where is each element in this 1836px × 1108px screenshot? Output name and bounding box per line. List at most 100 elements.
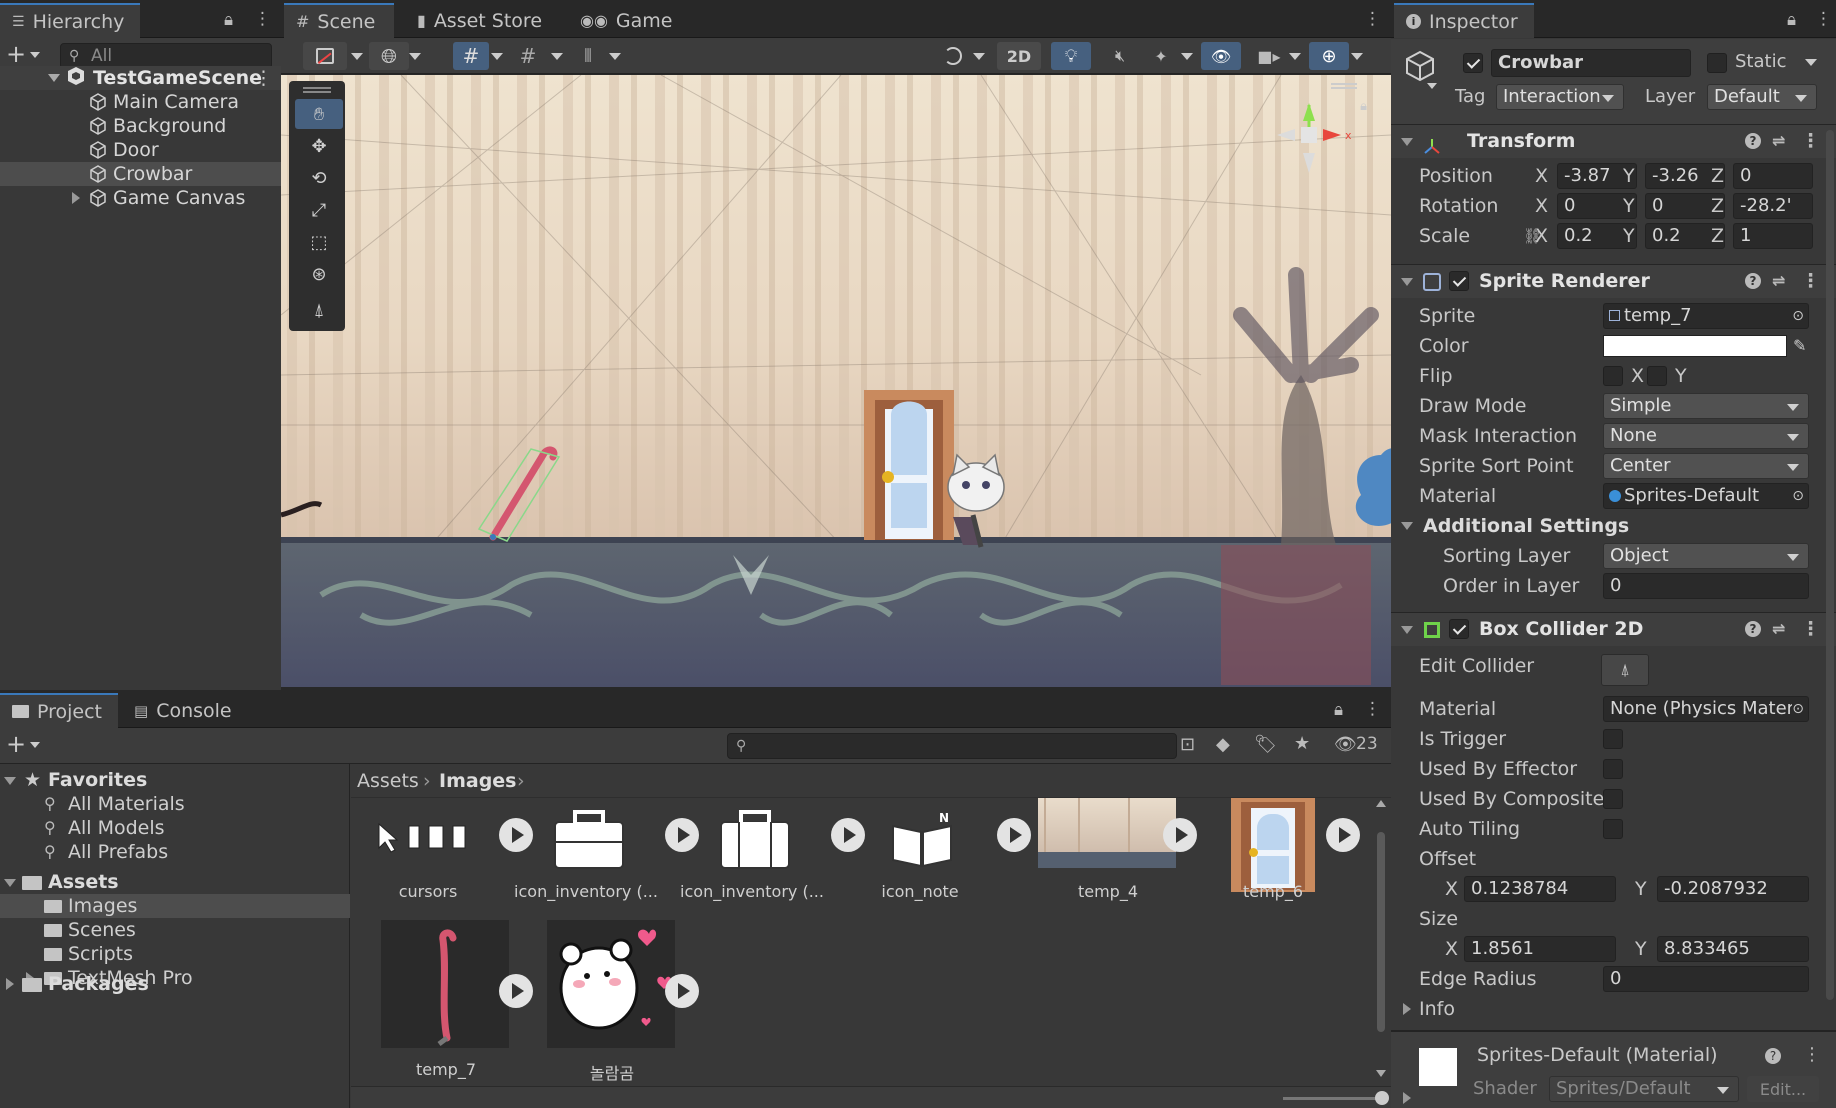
used-by-composite-checkbox[interactable]	[1603, 789, 1623, 809]
chevron-down-icon[interactable]	[1181, 53, 1193, 60]
more-menu-icon[interactable]: ⋮	[1801, 613, 1820, 645]
shader-dropdown[interactable]: Sprites/Default	[1549, 1076, 1739, 1102]
more-menu-icon[interactable]: ⋮	[1803, 1044, 1821, 1065]
tab-scene[interactable]: # Scene	[284, 3, 394, 38]
scroll-up-icon[interactable]	[1376, 800, 1386, 807]
is-trigger-checkbox[interactable]	[1603, 729, 1623, 749]
draw-mode-button[interactable]	[303, 42, 347, 70]
project-search-input[interactable]: ⚲	[727, 733, 1177, 759]
chevron-down-icon[interactable]	[30, 52, 40, 58]
visibility-button[interactable]: 👁︎	[1201, 42, 1241, 70]
tab-hierarchy[interactable]: ☰ Hierarchy	[0, 3, 140, 38]
play-icon[interactable]	[997, 818, 1031, 852]
move-tool-icon[interactable]: ✥	[295, 131, 343, 161]
chevron-down-icon[interactable]	[1805, 59, 1817, 66]
audio-button[interactable]: 🔇︎	[1101, 42, 1139, 70]
folder-item[interactable]: Scenes	[0, 918, 350, 942]
favorite-item[interactable]: ⚲ All Prefabs	[0, 840, 350, 864]
hand-tool-icon[interactable]: ✋︎	[295, 99, 343, 129]
object-picker-icon[interactable]: ⊙	[1792, 697, 1804, 721]
used-by-effector-checkbox[interactable]	[1603, 759, 1623, 779]
hierarchy-item[interactable]: Door	[0, 138, 281, 162]
rotation-z-input[interactable]: -28.2'	[1733, 193, 1813, 219]
search-by-type-icon[interactable]: ⊡	[1180, 734, 1195, 755]
tab-console[interactable]: ▤ Console	[122, 693, 244, 728]
lock-icon[interactable]: 🔒︎	[224, 10, 233, 30]
chevron-down-icon[interactable]	[48, 74, 60, 82]
tab-game[interactable]: ◉◉ Game	[568, 3, 685, 38]
lock-icon[interactable]: 🔒︎	[1787, 10, 1796, 30]
folder-item[interactable]: Images	[0, 894, 350, 918]
chevron-down-icon[interactable]	[4, 879, 16, 887]
chevron-down-icon[interactable]	[1401, 626, 1413, 634]
sprite-renderer-enabled-checkbox[interactable]	[1449, 271, 1469, 291]
more-menu-icon[interactable]: ⋮	[1364, 699, 1381, 719]
scene-gizmo[interactable]: x 🔒︎	[1249, 83, 1369, 201]
physics-material-field[interactable]: None (Physics Mater ⊙	[1603, 696, 1809, 722]
lock-icon[interactable]: 🔒︎	[1334, 700, 1343, 720]
more-menu-icon[interactable]: ⋮	[1364, 9, 1381, 29]
add-icon[interactable]: +	[6, 40, 26, 68]
rect-tool-icon[interactable]: ⬚	[295, 227, 343, 257]
chevron-down-icon[interactable]	[1401, 278, 1413, 286]
chevron-right-icon[interactable]	[1403, 1003, 1411, 1015]
chevron-down-icon[interactable]	[491, 53, 503, 60]
favorite-item[interactable]: ⚲ All Models	[0, 816, 350, 840]
chevron-down-icon[interactable]	[351, 53, 363, 60]
more-menu-icon[interactable]: ⋮	[1801, 265, 1820, 297]
chevron-down-icon[interactable]	[1351, 53, 1363, 60]
more-menu-icon[interactable]: ⋮	[1815, 9, 1832, 29]
play-icon[interactable]	[499, 974, 533, 1008]
asset-thumb-note[interactable]: N	[887, 811, 957, 872]
tab-inspector[interactable]: i Inspector	[1394, 3, 1534, 38]
chevron-down-icon[interactable]	[609, 53, 621, 60]
size-x-input[interactable]: 1.8561	[1464, 936, 1616, 962]
toggle-2d-button[interactable]: 2D	[997, 42, 1041, 70]
more-menu-icon[interactable]: ⋮	[254, 66, 273, 90]
object-name-input[interactable]: Crowbar	[1491, 49, 1691, 77]
tab-project[interactable]: Project	[0, 693, 118, 728]
object-picker-icon[interactable]: ⊙	[1792, 304, 1804, 328]
play-icon[interactable]	[1326, 818, 1360, 852]
asset-thumb-inventory-1[interactable]	[551, 808, 627, 872]
lock-icon[interactable]: 🔒︎	[1360, 99, 1367, 114]
static-checkbox[interactable]	[1707, 53, 1727, 73]
help-icon[interactable]: ?	[1745, 273, 1761, 289]
scale-z-input[interactable]: 1	[1733, 223, 1813, 249]
layer-dropdown[interactable]: Default	[1707, 84, 1817, 110]
favorite-item[interactable]: ⚲ All Materials	[0, 792, 350, 816]
scroll-down-icon[interactable]	[1376, 1070, 1386, 1077]
info-row[interactable]: Info	[1391, 995, 1836, 1023]
asset-thumb-temp7[interactable]	[381, 920, 509, 1048]
scene-viewport[interactable]: ✋︎ ✥ ⟲ ⤢ ⬚ ⊛ ⍋ x 🔒︎	[281, 75, 1391, 687]
favorites-header[interactable]: ★ Favorites	[0, 768, 350, 792]
edit-shader-button[interactable]: Edit...	[1747, 1076, 1819, 1102]
gizmos-button[interactable]: ⊕	[1309, 42, 1349, 70]
play-icon[interactable]	[665, 974, 699, 1008]
hierarchy-item[interactable]: Main Camera	[0, 90, 281, 114]
breadcrumb-images[interactable]: Images	[439, 764, 516, 798]
custom-tool-icon[interactable]: ⍋	[295, 295, 343, 325]
inspector-scrollbar[interactable]	[1826, 130, 1834, 1000]
transform-tool-icon[interactable]: ⊛	[295, 259, 343, 289]
packages-header[interactable]: Packages	[0, 972, 350, 996]
sort-point-dropdown[interactable]: Center	[1603, 453, 1809, 479]
chevron-down-icon[interactable]	[4, 777, 16, 785]
asset-grid-scrollbar[interactable]	[1376, 800, 1386, 1080]
chevron-down-icon[interactable]	[30, 742, 40, 748]
chevron-right-icon[interactable]	[72, 192, 80, 204]
asset-thumb-temp4[interactable]	[1038, 798, 1176, 868]
lighting-button[interactable]: 💡︎	[1051, 42, 1091, 70]
add-icon[interactable]: +	[6, 730, 26, 758]
additional-settings-row[interactable]: Additional Settings	[1391, 512, 1836, 540]
effects-button[interactable]: ✦	[1143, 42, 1179, 70]
chevron-right-icon[interactable]	[6, 978, 14, 990]
presets-icon[interactable]: ⇌	[1772, 613, 1785, 645]
shading-button[interactable]	[935, 42, 971, 70]
label-icon[interactable]: 🏷︎	[1254, 734, 1277, 755]
size-y-input[interactable]: 8.833465	[1657, 936, 1809, 962]
presets-icon[interactable]: ⇌	[1772, 265, 1785, 297]
rotate-tool-icon[interactable]: ⟲	[295, 163, 343, 193]
mask-interaction-dropdown[interactable]: None	[1603, 423, 1809, 449]
star-icon[interactable]: ★	[1294, 733, 1310, 754]
